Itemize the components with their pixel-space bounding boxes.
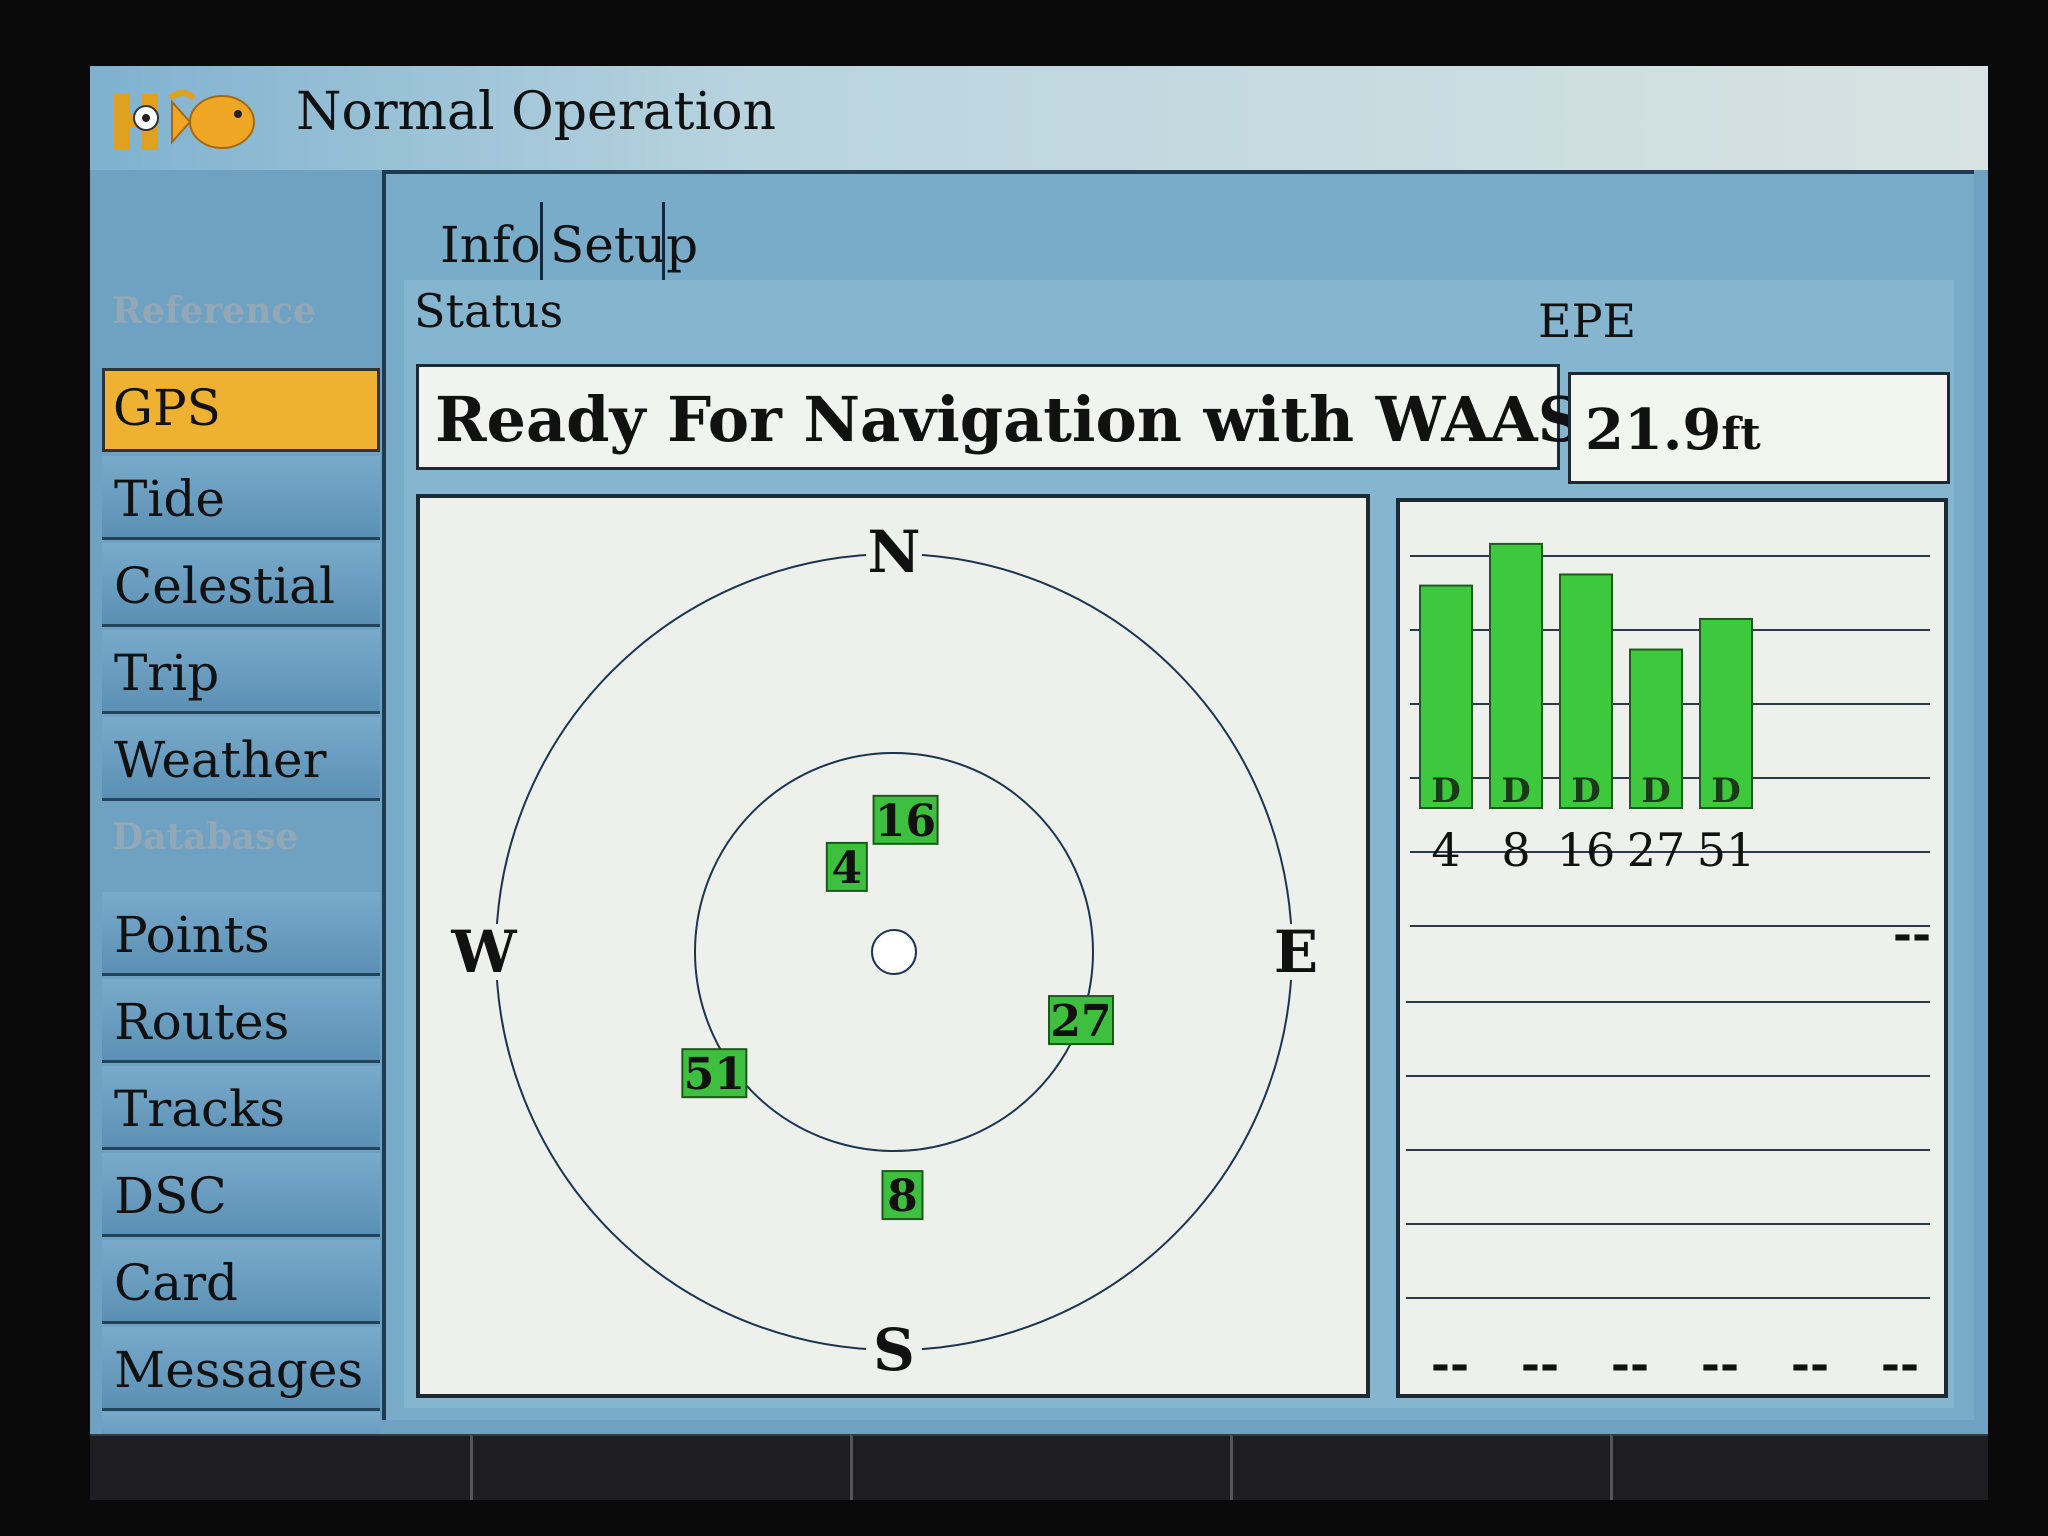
sidebar-item-celestial[interactable]: Celestial (102, 543, 380, 627)
sidebar-item-tide[interactable]: Tide (102, 456, 380, 540)
signal-bar-label: 27 (1627, 823, 1686, 877)
signal-bar-label: 8 (1501, 823, 1530, 877)
satellite-marker: 4 (825, 841, 868, 894)
sidebar-item-label: Tide (114, 470, 225, 528)
tab-setup[interactable]: Setup (550, 194, 698, 278)
screen: Normal Operation Reference GPS Tide Cele… (90, 66, 1988, 1434)
empty-row-lines (1406, 1001, 1930, 1299)
signal-bar-chart: D 4 D 8 D 16 D 27 D 51 -- -- -- -- -- -- -- (1406, 542, 1931, 1391)
window-title: Normal Operation (296, 82, 777, 142)
satellite-id-label: 8 (887, 1171, 918, 1222)
compass-north: N (867, 518, 920, 586)
sidebar-item-label: Tracks (114, 1080, 286, 1138)
epe-value-group: 21.9ft (1585, 397, 1761, 463)
soft-key-1[interactable] (90, 1434, 470, 1500)
title-bar: Normal Operation (90, 66, 1988, 170)
sidebar-item-label: GPS (113, 379, 221, 437)
compass-west: W (450, 918, 517, 986)
signal-bar-flag: D (1711, 771, 1740, 811)
main-panel: Info Setup Status EPE Ready For Navigati… (382, 170, 1974, 1420)
empty-slot-label: -- (1791, 1337, 1829, 1391)
sky-plot: N S W E 164 27 51 8 (450, 518, 1324, 1384)
sidebar-item-label: Points (114, 906, 270, 964)
compass-south: S (873, 1316, 915, 1384)
sidebar-item-label: Routes (114, 993, 290, 1051)
soft-key-5[interactable] (1610, 1434, 1988, 1500)
sidebar-section-database: Database (112, 816, 299, 858)
satellite-id-label: 16 (875, 796, 936, 847)
sidebar: Reference GPS Tide Celestial Trip Weathe… (102, 170, 380, 1434)
signal-bar-flag: D (1501, 771, 1530, 811)
tab-divider (662, 202, 665, 284)
sidebar-section-reference: Reference (112, 290, 317, 332)
sidebar-item-gps[interactable]: GPS (102, 368, 380, 452)
satellite-marker: 27 (1047, 995, 1114, 1047)
empty-row-labels: -- -- -- -- -- -- (1431, 1337, 1919, 1391)
satellite-sky-view: N S W E 16 4 27 51 8 (416, 494, 1370, 1398)
satellite-id-label: 51 (684, 1049, 745, 1100)
soft-key-row (90, 1434, 1988, 1504)
satellite-marker: 8 (881, 1170, 924, 1222)
signal-bar-flag: D (1641, 771, 1670, 811)
sidebar-item-messages[interactable]: Messages (102, 1327, 380, 1411)
empty-slot-label: -- (1701, 1337, 1739, 1391)
sidebar-item-label: Messages (114, 1341, 364, 1399)
empty-slot-label: -- (1521, 1337, 1559, 1391)
satellite-marker: 51 (681, 1048, 748, 1100)
epe-unit: ft (1721, 409, 1761, 460)
signal-strength-panel: D 4 D 8 D 16 D 27 D 51 -- -- -- -- -- -- -- (1396, 498, 1948, 1398)
sidebar-item-tracks[interactable]: Tracks (102, 1066, 380, 1150)
zenith-marker (871, 929, 917, 975)
sidebar-item-label: DSC (114, 1167, 227, 1225)
satellite-markers: 164 27 51 8 (681, 794, 1114, 1222)
sidebar-item-trip[interactable]: Trip (102, 630, 380, 714)
sidebar-item-card[interactable]: Card (102, 1240, 380, 1324)
empty-slot-label: -- (1611, 1337, 1649, 1391)
epe-value: 21.9 (1585, 397, 1722, 463)
soft-key-3[interactable] (850, 1434, 1230, 1500)
soft-key-2[interactable] (470, 1434, 850, 1500)
satellite-id-label: 4 (832, 843, 863, 894)
signal-bar-flag: D (1571, 771, 1600, 811)
status-field: Ready For Navigation with WAAS (416, 364, 1582, 470)
satellite-marker: 16 (872, 794, 939, 847)
sidebar-item-routes[interactable]: Routes (102, 979, 380, 1063)
sidebar-item-weather[interactable]: Weather (102, 717, 380, 801)
soft-key-4[interactable] (1230, 1434, 1610, 1500)
sidebar-item-label: Weather (114, 731, 327, 789)
epe-label: EPE (1538, 294, 1637, 348)
sidebar-item-label: Card (114, 1254, 238, 1312)
signal-bar (1489, 542, 1543, 810)
satellite-id-label: 27 (1050, 996, 1111, 1047)
empty-slot-label: -- (1881, 1337, 1919, 1391)
epe-field: 21.9ft (1568, 372, 1950, 484)
empty-slot-label: -- (1431, 1337, 1469, 1391)
signal-bars: D 4 D 8 D 16 D 27 D 51 (1419, 542, 1756, 877)
fish-icon (110, 84, 285, 156)
gps-info-content: Status EPE Ready For Navigation with WAA… (404, 280, 1954, 1408)
sidebar-item-empty (102, 1412, 380, 1434)
sidebar-item-points[interactable]: Points (102, 892, 380, 976)
sidebar-item-label: Celestial (114, 557, 335, 615)
tab-divider (540, 202, 543, 284)
tab-info[interactable]: Info (440, 194, 541, 278)
status-label: Status (414, 284, 564, 338)
compass-east: E (1274, 918, 1318, 986)
signal-bar-label: 51 (1697, 823, 1756, 877)
empty-slot-label: -- (1893, 907, 1931, 961)
sidebar-item-label: Trip (114, 644, 220, 702)
signal-bar-label: 16 (1557, 823, 1616, 877)
status-value: Ready For Navigation with WAAS (435, 383, 1583, 456)
signal-bar-label: 4 (1431, 823, 1460, 877)
sidebar-item-dsc[interactable]: DSC (102, 1153, 380, 1237)
signal-bar-flag: D (1431, 771, 1460, 811)
